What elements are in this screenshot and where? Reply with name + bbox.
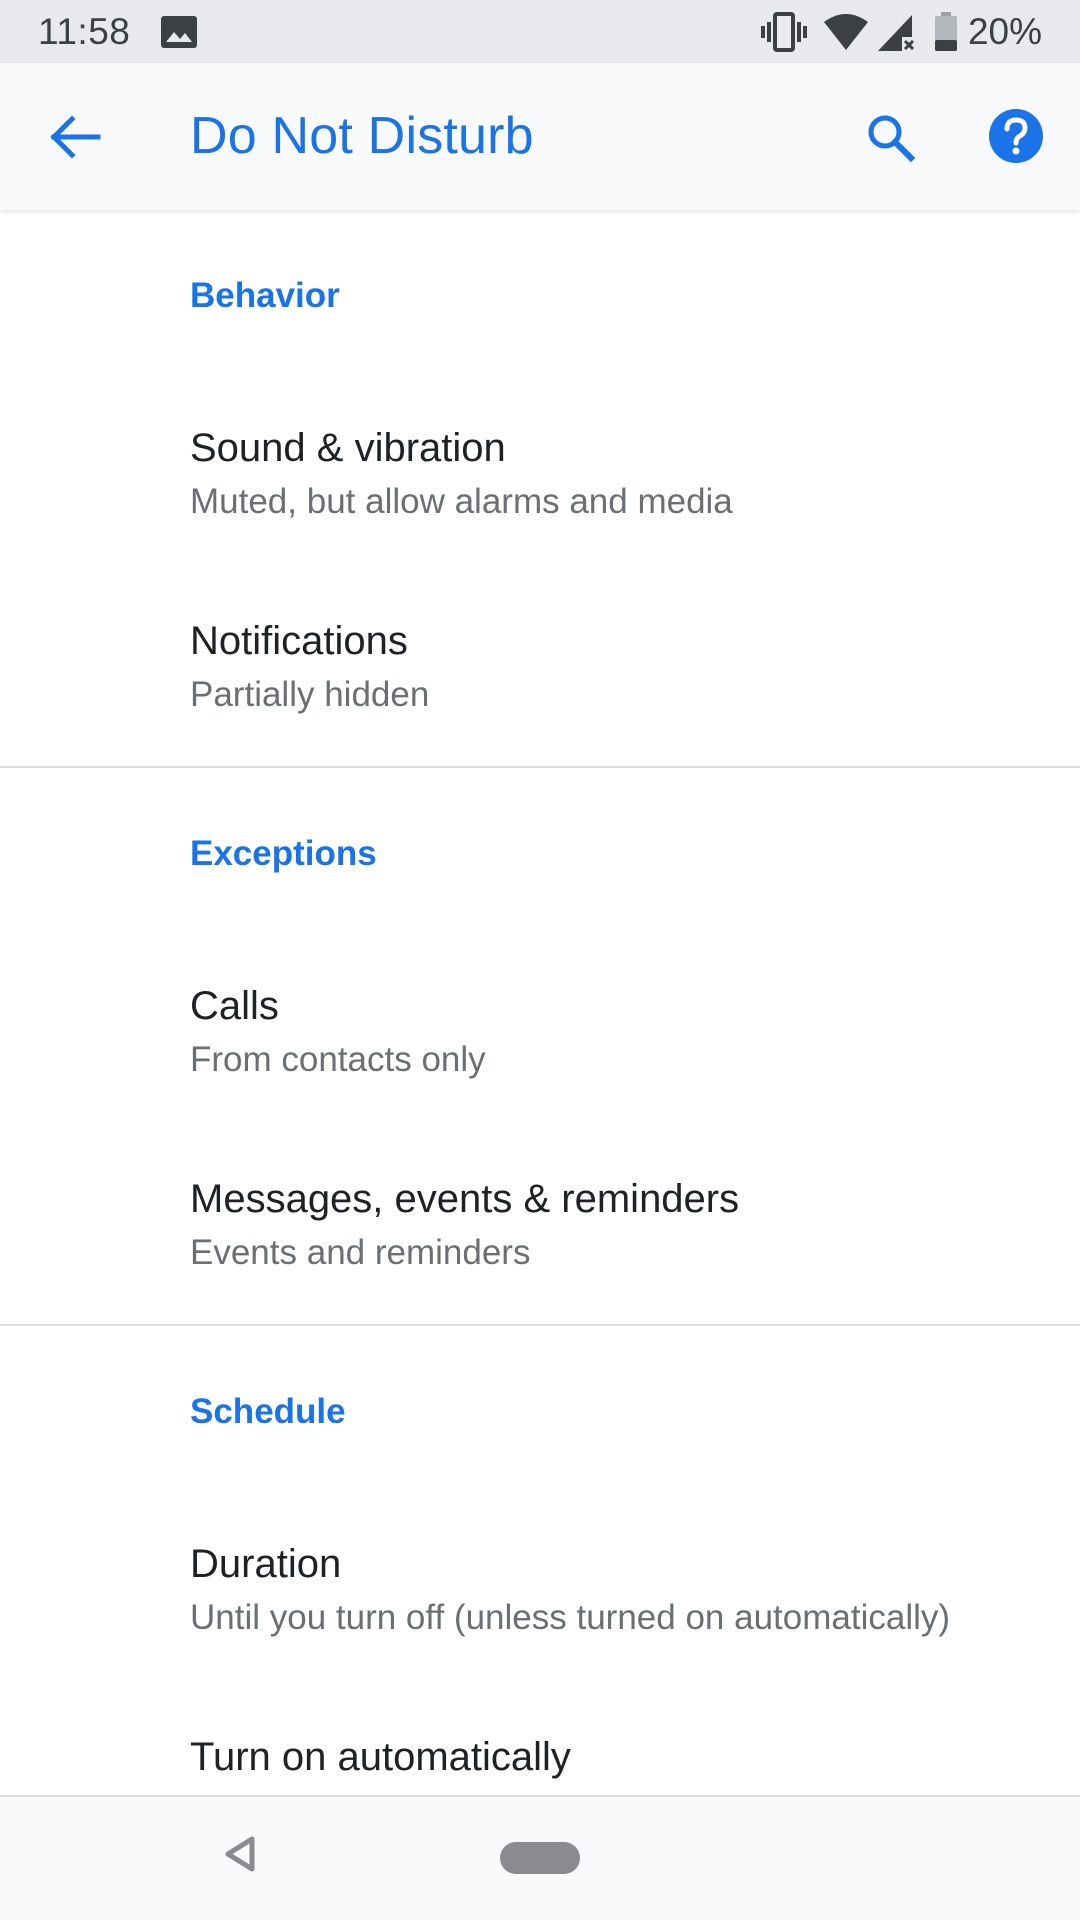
signal-icon [876, 11, 918, 53]
battery-percentage: 20% [967, 10, 1042, 52]
status-time: 11:58 [38, 10, 131, 52]
back-button[interactable] [38, 99, 114, 175]
section-exceptions: Exceptions Calls From contacts only Mess… [0, 768, 1080, 1326]
pref-title: Messages, events & reminders [190, 1177, 740, 1221]
vibrate-icon [760, 10, 808, 54]
app-bar: Do Not Disturb [0, 63, 1080, 210]
help-icon [989, 109, 1043, 163]
pref-title: Notifications [190, 619, 408, 663]
pref-title: Turn on automatically [190, 1735, 571, 1779]
pref-summary: Until you turn off (unless turned on aut… [190, 1598, 951, 1637]
search-button[interactable] [852, 99, 928, 175]
battery-icon [934, 11, 958, 52]
gallery-icon [160, 15, 198, 49]
home-pill-icon[interactable] [500, 1842, 580, 1874]
page-title: Do Not Disturb [190, 107, 534, 165]
pref-summary: From contacts only [190, 1040, 486, 1079]
help-button[interactable] [976, 96, 1056, 176]
pref-duration[interactable]: Duration Until you turn off (unless turn… [0, 1498, 1080, 1691]
section-header: Behavior [190, 276, 340, 315]
wifi-icon [822, 12, 870, 52]
pref-title: Sound & vibration [190, 426, 506, 470]
settings-list: Behavior Sound & vibration Muted, but al… [0, 210, 1080, 1884]
nav-back-icon [225, 1836, 255, 1872]
section-behavior: Behavior Sound & vibration Muted, but al… [0, 210, 1080, 768]
pref-summary: Events and reminders [190, 1233, 531, 1272]
back-arrow-icon [50, 115, 101, 159]
status-bar: 11:58 20% [0, 0, 1080, 63]
pref-calls[interactable]: Calls From contacts only [0, 940, 1080, 1133]
pref-summary: Partially hidden [190, 675, 430, 714]
nav-back-button[interactable] [215, 1829, 265, 1879]
pref-title: Calls [190, 984, 279, 1028]
section-header: Exceptions [190, 834, 377, 873]
pref-summary: Muted, but allow alarms and media [190, 482, 733, 521]
section-header: Schedule [190, 1392, 346, 1431]
pref-messages-events-reminders[interactable]: Messages, events & reminders Events and … [0, 1133, 1080, 1326]
pref-title: Duration [190, 1542, 342, 1586]
pref-sound-vibration[interactable]: Sound & vibration Muted, but allow alarm… [0, 382, 1080, 575]
pref-notifications[interactable]: Notifications Partially hidden [0, 575, 1080, 768]
navigation-bar [0, 1795, 1080, 1920]
search-icon [868, 115, 915, 162]
status-icons: 20% [760, 10, 1042, 54]
